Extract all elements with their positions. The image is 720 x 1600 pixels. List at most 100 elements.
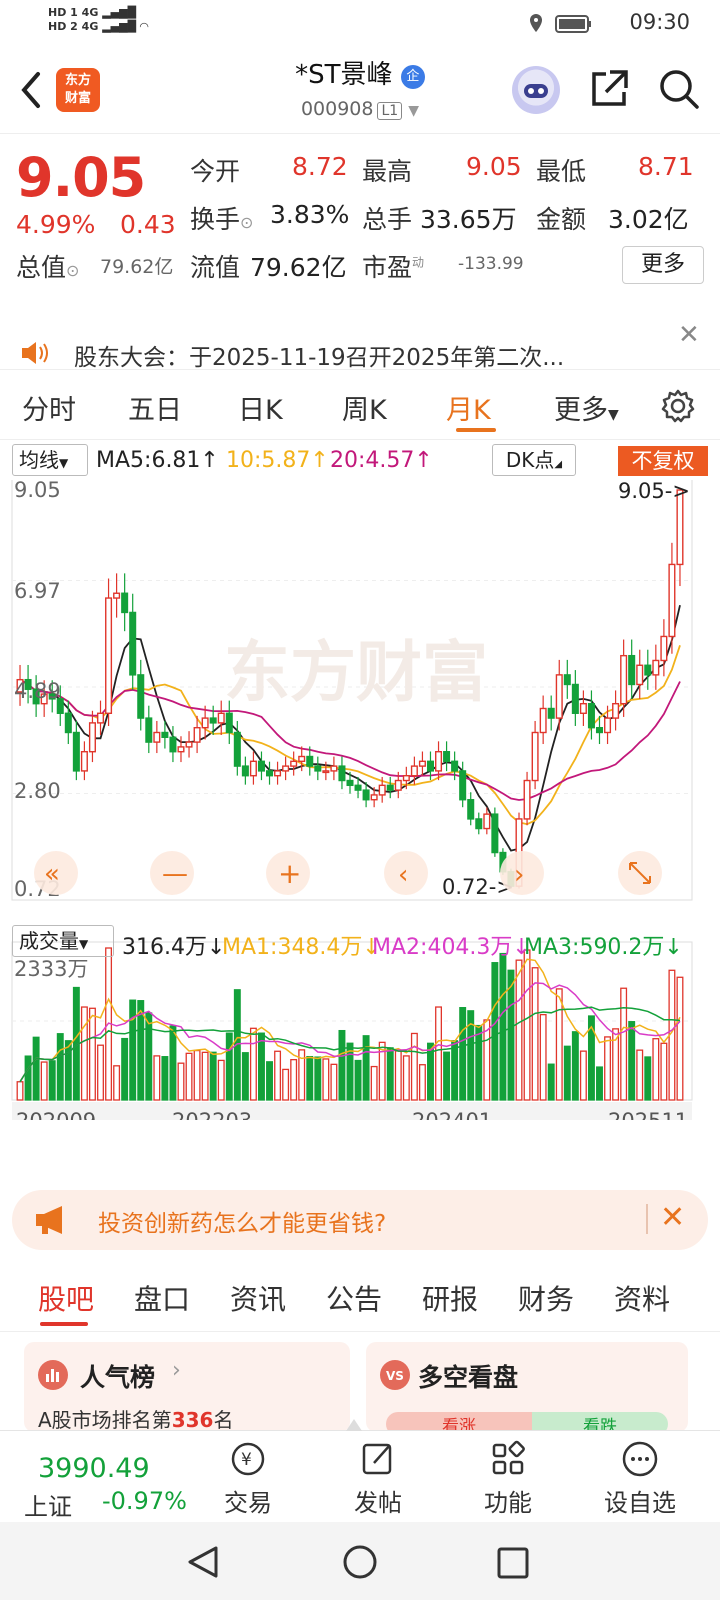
ma10-value: 10:5.87↑ bbox=[226, 448, 329, 473]
svg-text:+: + bbox=[278, 857, 301, 890]
dk-point-button[interactable]: DK点◢ bbox=[492, 444, 576, 476]
chevron-right-icon: › bbox=[172, 1358, 181, 1383]
tab-five-day[interactable]: 五日 bbox=[128, 388, 182, 427]
x-tick-label: 202203 bbox=[172, 1109, 252, 1120]
volume-select[interactable]: 成交量▼ bbox=[12, 925, 114, 957]
volume-bar bbox=[121, 1037, 129, 1101]
volume-bar bbox=[636, 1049, 644, 1101]
ma20-value: 20:4.57↑ bbox=[330, 448, 433, 473]
x-axis-ticks: 202009 202203 202401 202511 bbox=[12, 1102, 692, 1120]
add-watchlist-button[interactable]: 设自选 bbox=[590, 1439, 690, 1518]
candle-body bbox=[274, 770, 282, 777]
chevron-down-icon: ▼ bbox=[408, 103, 420, 119]
index-value[interactable]: 3990.49 bbox=[38, 1453, 150, 1484]
turnover-label[interactable]: 换手⊙ bbox=[190, 200, 253, 236]
index-change: -0.97% bbox=[102, 1487, 187, 1515]
candle-body bbox=[563, 674, 571, 686]
x-tick-label: 202511 bbox=[608, 1109, 688, 1120]
promo-banner[interactable]: 投资创新药怎么才能更省钱? ✕ bbox=[12, 1190, 708, 1250]
nav-recents-icon[interactable] bbox=[496, 1546, 530, 1580]
candle-body bbox=[322, 770, 330, 774]
enterprise-badge: 企 bbox=[400, 65, 425, 89]
volume-bar bbox=[644, 1056, 652, 1101]
low-label: 最低 bbox=[536, 157, 587, 186]
volume-bar bbox=[499, 952, 507, 1101]
open-value: 8.72 bbox=[292, 152, 348, 181]
tab-guba[interactable]: 股吧 bbox=[38, 1278, 94, 1318]
tab-announcements[interactable]: 公告 bbox=[326, 1278, 382, 1318]
notice-bar[interactable]: 股东大会：于2025-11-19召开2025年第二次... ✕ bbox=[0, 298, 720, 371]
float-value: 79.62亿 bbox=[250, 253, 347, 282]
volume-bar bbox=[274, 1050, 282, 1101]
stock-header: 东方 财富 *ST景峰 企 000908 L1 ▼ bbox=[0, 46, 720, 134]
candle-body bbox=[298, 755, 306, 763]
kline-chart[interactable]: 东方财富 9.056.974.892.800.72 9.05-> 0.72-> … bbox=[0, 480, 720, 1120]
volume-bar bbox=[225, 1032, 233, 1101]
candle-body bbox=[282, 765, 290, 772]
volume-bar bbox=[217, 1059, 225, 1101]
y-tick-label: 2.80 bbox=[14, 779, 61, 803]
tab-monthly-k[interactable]: 月K bbox=[446, 388, 491, 427]
volume-bar bbox=[290, 1059, 298, 1101]
nav-home-icon[interactable] bbox=[342, 1544, 378, 1580]
notice-text: 股东大会：于2025-11-19召开2025年第二次... bbox=[74, 345, 565, 371]
share-icon[interactable] bbox=[588, 68, 630, 110]
candle-body bbox=[555, 674, 563, 719]
candle-body bbox=[233, 731, 241, 767]
battery-icon bbox=[530, 14, 591, 33]
candle-body bbox=[418, 760, 426, 767]
tab-news[interactable]: 资讯 bbox=[230, 1278, 286, 1318]
volume-bar bbox=[314, 1056, 322, 1101]
tab-daily-k[interactable]: 日K bbox=[238, 388, 283, 427]
chart-watermark: 东方财富 bbox=[224, 634, 488, 711]
functions-button[interactable]: 功能 bbox=[458, 1439, 558, 1518]
candle-body bbox=[129, 611, 137, 676]
change-amount: 0.43 bbox=[120, 210, 176, 239]
settings-gear-icon[interactable] bbox=[660, 388, 696, 424]
volume-bar bbox=[338, 1029, 346, 1101]
x-tick-label: 202009 bbox=[16, 1109, 96, 1120]
search-icon[interactable] bbox=[658, 68, 700, 110]
close-icon[interactable]: ✕ bbox=[678, 320, 700, 350]
quote-panel: 9.05 4.99% 0.43 今开 8.72 最高 9.05 最低 8.71 … bbox=[0, 134, 720, 298]
x-tick-label: 202401 bbox=[412, 1109, 492, 1120]
popularity-card[interactable]: 人气榜 › A股市场排名第336名 bbox=[24, 1342, 350, 1432]
pe-value: -133.99 bbox=[458, 254, 524, 274]
candle-body bbox=[668, 563, 676, 638]
longshort-card[interactable]: VS 多空看盘 看涨 看跌 bbox=[366, 1342, 688, 1436]
assistant-robot-icon[interactable] bbox=[512, 66, 560, 114]
volume-bar bbox=[169, 1025, 177, 1101]
volume-bar bbox=[80, 1006, 88, 1101]
volume-bar bbox=[563, 1045, 571, 1101]
candle-body bbox=[362, 789, 370, 801]
trade-button[interactable]: ¥ 交易 bbox=[198, 1439, 298, 1518]
candle-body bbox=[80, 751, 88, 772]
index-name[interactable]: 上证 bbox=[24, 1487, 72, 1522]
mktcap-label[interactable]: 总值⊙ bbox=[16, 248, 79, 284]
caret-down-icon: ▼ bbox=[79, 937, 89, 951]
nav-back-icon[interactable] bbox=[186, 1544, 220, 1580]
level-badge: L1 bbox=[377, 102, 403, 120]
volume-bar bbox=[555, 988, 563, 1101]
high-label: 最高 bbox=[362, 157, 413, 186]
volume-bar bbox=[459, 1007, 467, 1101]
tab-more[interactable]: 更多▼ bbox=[554, 388, 619, 427]
volume-bar bbox=[547, 1063, 555, 1101]
tab-weekly-k[interactable]: 周K bbox=[342, 388, 387, 427]
tab-pankou[interactable]: 盘口 bbox=[134, 1278, 190, 1318]
candle-body bbox=[330, 765, 338, 772]
tab-research[interactable]: 研报 bbox=[422, 1278, 478, 1318]
post-button[interactable]: 发帖 bbox=[328, 1439, 428, 1518]
adjust-button[interactable]: 不复权 bbox=[618, 446, 708, 476]
tab-profile[interactable]: 资料 bbox=[614, 1278, 670, 1318]
candle-body bbox=[96, 712, 105, 724]
close-icon[interactable]: ✕ bbox=[660, 1200, 685, 1235]
vol-ma1: MA1:348.4万↓ bbox=[222, 935, 381, 960]
more-button[interactable]: 更多 bbox=[622, 246, 704, 284]
candle-body bbox=[628, 654, 636, 686]
tab-intraday[interactable]: 分时 bbox=[22, 388, 76, 427]
ma-select[interactable]: 均线▼ bbox=[12, 444, 88, 476]
promo-text: 投资创新药怎么才能更省钱? bbox=[98, 1211, 387, 1237]
y-axis-ticks: 9.056.974.892.800.72 bbox=[14, 480, 61, 901]
tab-finance[interactable]: 财务 bbox=[518, 1278, 574, 1318]
